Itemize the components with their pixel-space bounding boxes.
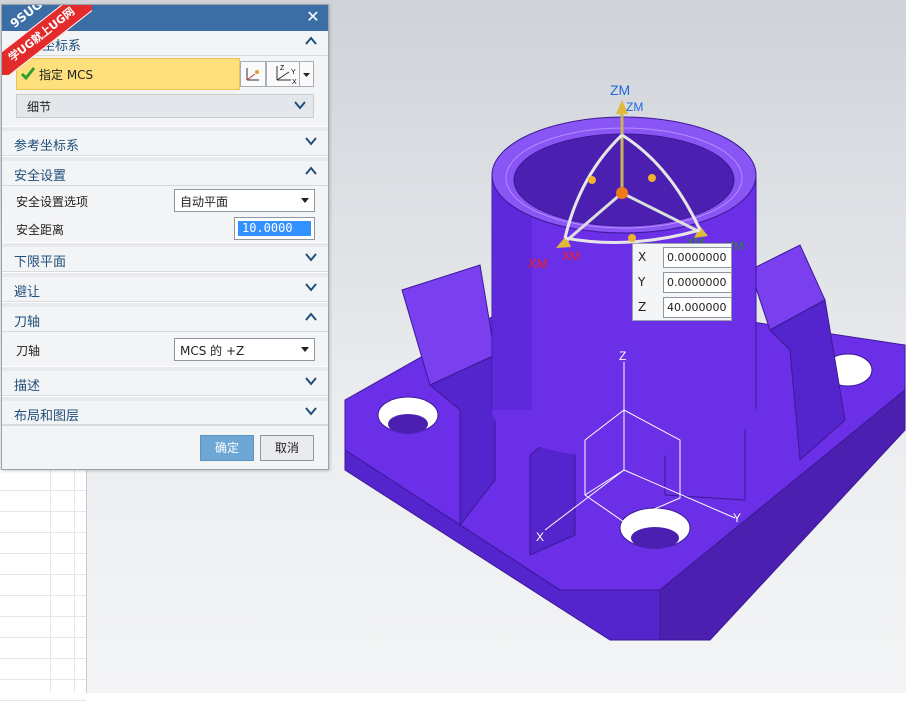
safety-distance-row: 安全距离 10.0000 <box>2 214 328 242</box>
dialog-titlebar[interactable]: ✕ <box>2 5 328 31</box>
details-label: 细节 <box>27 100 52 114</box>
specify-mcs-label: 指定 MCS <box>39 68 94 82</box>
dropdown-arrow-icon <box>301 347 309 352</box>
label-zm-2: ZM <box>626 100 643 114</box>
safety-option-value: 自动平面 <box>180 195 229 209</box>
chevron-down-icon[interactable] <box>304 134 318 148</box>
ok-button[interactable]: 确定 <box>200 435 254 461</box>
section-lower-title: 下限平面 <box>14 255 67 270</box>
tool-axis-select[interactable]: MCS 的 +Z <box>174 338 315 361</box>
wcs-label-x: X <box>536 530 544 544</box>
label-xm-2: XM <box>562 249 580 263</box>
chevron-down-icon[interactable] <box>304 280 318 294</box>
coord-row-x: X 0.0000000 <box>633 247 732 269</box>
cancel-button[interactable]: 取消 <box>260 435 314 461</box>
section-avoid-title: 避让 <box>14 285 41 300</box>
dropdown-arrow-icon <box>301 198 309 203</box>
section-description[interactable]: 描述 <box>2 371 328 396</box>
safety-distance-value: 10.0000 <box>238 221 311 236</box>
close-icon[interactable]: ✕ <box>304 8 322 26</box>
wcs-label-y: Y <box>733 511 741 525</box>
csys-dropdown-button[interactable] <box>299 61 314 87</box>
csys-dialog-button[interactable] <box>240 61 266 87</box>
coord-x-input[interactable]: 0.0000000 <box>663 247 732 268</box>
dialog-footer: 确定 取消 <box>2 424 328 469</box>
boss-cylinder-bore <box>513 133 735 227</box>
svg-text:X: X <box>292 79 297 86</box>
tool-axis-label: 刀轴 <box>16 344 41 358</box>
mcs-row: 指定 MCS ZYX <box>2 56 328 90</box>
section-toolaxis-title: 刀轴 <box>14 315 41 330</box>
section-lower-plane[interactable]: 下限平面 <box>2 247 328 272</box>
chevron-up-icon[interactable] <box>304 164 318 178</box>
chevron-down-icon[interactable] <box>293 98 307 112</box>
chevron-down-icon[interactable] <box>304 404 318 418</box>
section-safety[interactable]: 安全设置 <box>2 161 328 186</box>
tool-axis-row: 刀轴 MCS 的 +Z <box>2 332 328 366</box>
coord-row-z: Z 40.000000 <box>633 297 732 319</box>
section-mcs-title: 坐标系 <box>42 39 82 54</box>
section-reference-csys[interactable]: 参考坐标系 <box>2 131 328 156</box>
wcs-label-z: Z <box>619 349 626 363</box>
hole-left-inner <box>388 414 428 434</box>
chevron-down-icon <box>303 73 310 77</box>
csys-type-button[interactable]: ZYX <box>266 61 300 87</box>
tool-axis-value: MCS 的 +Z <box>180 344 245 358</box>
coord-x-label: X <box>638 250 647 264</box>
chevron-down-icon[interactable] <box>304 374 318 388</box>
label-zm: ZM <box>610 82 630 98</box>
specify-mcs-field[interactable]: 指定 MCS <box>16 58 240 90</box>
csys-icon <box>246 68 259 81</box>
safety-option-select[interactable]: 自动平面 <box>174 189 315 212</box>
chevron-up-icon[interactable] <box>304 310 318 324</box>
section-desc-title: 描述 <box>14 379 41 394</box>
coord-z-label: Z <box>638 300 647 314</box>
coord-row-y: Y 0.0000000 <box>633 272 732 294</box>
hole-front-inner <box>631 527 679 549</box>
safety-option-row: 安全设置选项 自动平面 <box>2 186 328 214</box>
section-avoidance[interactable]: 避让 <box>2 277 328 302</box>
coord-y-label: Y <box>638 275 646 289</box>
coord-y-input[interactable]: 0.0000000 <box>663 272 732 293</box>
chevron-up-icon[interactable] <box>304 34 318 48</box>
chevron-down-icon[interactable] <box>304 250 318 264</box>
section-mcs[interactable]: 坐标系 <box>2 31 328 56</box>
safety-option-label: 安全设置选项 <box>16 195 89 209</box>
check-icon <box>20 65 36 84</box>
mcs-body: 指定 MCS ZYX 细节 <box>2 56 328 126</box>
mcs-dialog: ✕ 坐标系 指定 MCS ZYX 细节 参考坐标系 安全设置 安全设置选项 自动… <box>1 4 329 470</box>
coord-z-input[interactable]: 40.000000 <box>663 297 732 318</box>
details-subsection[interactable]: 细节 <box>16 94 314 118</box>
safety-distance-label: 安全距离 <box>16 223 65 237</box>
label-xm: XM <box>528 256 548 271</box>
safety-distance-input[interactable]: 10.0000 <box>234 217 315 240</box>
axis-triad-icon: ZYX <box>276 65 297 86</box>
svg-text:Z: Z <box>280 65 285 72</box>
svg-text:Y: Y <box>291 69 296 76</box>
section-layout-title: 布局和图层 <box>14 409 80 424</box>
section-tool-axis[interactable]: 刀轴 <box>2 307 328 332</box>
section-safety-title: 安全设置 <box>14 169 67 184</box>
section-ref-title: 参考坐标系 <box>14 139 80 154</box>
coordinate-popup: X 0.0000000 Y 0.0000000 Z 40.000000 <box>632 243 732 321</box>
section-layout-layers[interactable]: 布局和图层 <box>2 401 328 426</box>
